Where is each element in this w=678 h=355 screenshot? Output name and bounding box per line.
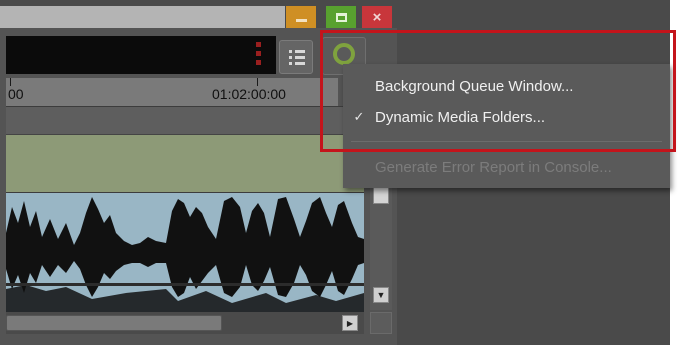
- menu-item-label: Generate Error Report in Console...: [375, 158, 612, 176]
- video-track[interactable]: [6, 134, 364, 192]
- title-bar-dark-region: [398, 6, 670, 28]
- timeline-ruler[interactable]: 00 01:02:00:00: [6, 78, 338, 106]
- scroll-down-button[interactable]: ▼: [373, 287, 389, 303]
- minimize-button[interactable]: [286, 6, 316, 28]
- chevron-down-icon: ▼: [376, 290, 386, 300]
- close-icon: ×: [372, 8, 382, 26]
- ruler-label-start: 00: [8, 86, 24, 102]
- indicator-dot: [256, 60, 261, 65]
- timecode-display-bar: [6, 36, 276, 74]
- audio-waveform: [6, 197, 364, 313]
- horizontal-scrollbar[interactable]: ▶: [6, 312, 364, 334]
- list-view-button[interactable]: [279, 40, 313, 74]
- menu-item-generate-error-report: Generate Error Report in Console...: [343, 152, 670, 182]
- minimize-icon: [295, 19, 307, 22]
- horizontal-scroll-thumb[interactable]: [6, 315, 222, 331]
- maximize-icon: [335, 12, 347, 22]
- ruler-tick: [10, 78, 11, 86]
- maximize-button[interactable]: [326, 6, 356, 28]
- ruler-label-timecode: 01:02:00:00: [212, 86, 286, 102]
- audio-track[interactable]: [6, 192, 364, 313]
- annotation-highlight-box: [320, 30, 676, 152]
- scroll-right-button[interactable]: ▶: [342, 315, 358, 331]
- chevron-right-icon: ▶: [346, 318, 354, 328]
- indicator-dot: [256, 42, 261, 47]
- track-separator: [6, 106, 364, 134]
- ruler-tick: [257, 78, 258, 86]
- close-button[interactable]: ×: [362, 6, 392, 28]
- scrollbar-corner: [370, 312, 392, 334]
- indicator-dot: [256, 51, 261, 56]
- vertical-scrollbar[interactable]: ▼: [370, 170, 392, 310]
- track-divider: [6, 283, 364, 286]
- title-bar[interactable]: [0, 6, 285, 28]
